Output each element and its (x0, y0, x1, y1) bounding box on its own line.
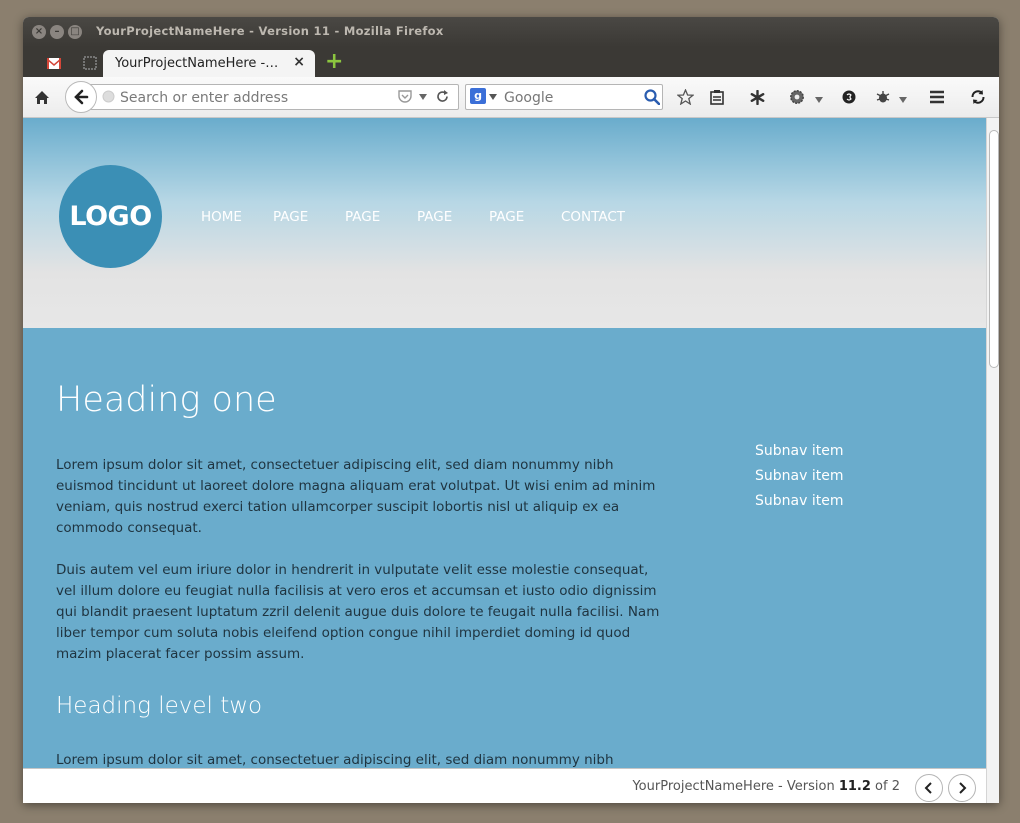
nav-home-link[interactable]: HOME (201, 209, 242, 225)
nav-page-link-2[interactable]: PAGE (345, 209, 380, 225)
pinned-tab-icon (83, 56, 97, 70)
google-icon[interactable]: g (470, 88, 486, 104)
tab-bar: YourProjectNameHere -… × + (23, 47, 999, 77)
chevron-down-icon-2[interactable] (899, 97, 907, 103)
reload-icon[interactable] (436, 90, 449, 103)
arrow-left-icon (74, 89, 89, 105)
extension-button-1[interactable] (747, 87, 767, 107)
gmail-icon (47, 57, 61, 69)
search-input[interactable] (502, 88, 642, 108)
pocket-icon[interactable] (398, 90, 412, 103)
chevron-right-icon (959, 782, 967, 794)
heading-level-two: Heading level two (56, 693, 263, 719)
browser-window: × – □ YourProjectNameHere - Version 11 -… (23, 17, 999, 803)
paragraph-3: Lorem ipsum dolor sit amet, consectetuer… (56, 752, 614, 768)
pager-separator: - (778, 779, 783, 794)
scrollbar-thumb[interactable] (989, 130, 999, 368)
tab-label: YourProjectNameHere -… (115, 56, 279, 71)
sync-button[interactable] (968, 87, 988, 107)
pager-total: 2 (891, 779, 900, 794)
bug-icon (876, 91, 890, 103)
extension-button-2[interactable] (787, 87, 807, 107)
back-button[interactable] (65, 81, 97, 113)
nav-contact-link[interactable]: CONTACT (561, 209, 625, 225)
gear-icon (790, 90, 804, 104)
subnav: Subnav item Subnav item Subnav item (755, 439, 843, 514)
paragraph-1: Lorem ipsum dolor sit amet, consectetuer… (56, 457, 656, 536)
pager-version-value: 11.2 (838, 779, 871, 794)
hamburger-menu-icon (930, 90, 944, 104)
subnav-item-1[interactable]: Subnav item (755, 439, 843, 464)
chevron-down-icon[interactable] (815, 97, 823, 103)
next-button[interactable] (948, 774, 976, 802)
tab-active[interactable]: YourProjectNameHere -… × (103, 50, 315, 77)
star-icon (676, 89, 694, 105)
close-window-button[interactable]: × (32, 25, 46, 39)
subnav-item-2[interactable]: Subnav item (755, 464, 843, 489)
nav-toolbar: g (23, 77, 999, 118)
site-logo[interactable]: LOGO (59, 165, 162, 268)
extension-button-4[interactable] (873, 87, 893, 107)
pinned-tab-2[interactable] (77, 51, 103, 75)
paragraph-2: Duis autem vel eum iriure dolor in hendr… (56, 562, 660, 662)
window-title: YourProjectNameHere - Version 11 - Mozil… (96, 24, 444, 38)
home-icon (35, 90, 49, 104)
subnav-item-3[interactable]: Subnav item (755, 489, 843, 514)
sync-icon (971, 90, 985, 104)
dropdown-arrow-icon[interactable] (419, 94, 427, 100)
pager-of-label: of (875, 779, 888, 794)
globe-icon (102, 90, 115, 103)
extension-button-3[interactable] (839, 87, 859, 107)
pager-version-label: Version (786, 779, 835, 794)
menu-button[interactable] (927, 87, 947, 107)
new-tab-button[interactable]: + (325, 51, 345, 73)
main-article: Heading one Lorem ipsum dolor sit amet, … (56, 380, 666, 768)
minimize-window-button[interactable]: – (50, 25, 64, 39)
previous-button[interactable] (915, 774, 943, 802)
page-content: LOGO HOME PAGE PAGE PAGE PAGE CONTACT He… (23, 118, 986, 768)
titlebar: × – □ YourProjectNameHere - Version 11 -… (23, 17, 999, 47)
heading-one: Heading one (56, 380, 277, 420)
vertical-scrollbar[interactable] (986, 118, 999, 803)
coin-icon (842, 90, 856, 104)
address-bar[interactable] (81, 84, 459, 110)
site-header: LOGO HOME PAGE PAGE PAGE PAGE CONTACT (23, 118, 986, 328)
nav-page-link-3[interactable]: PAGE (417, 209, 452, 225)
clipboard-icon (710, 89, 724, 105)
home-button[interactable] (32, 87, 52, 107)
search-engine-dropdown-icon[interactable] (489, 94, 497, 100)
bookmark-star-button[interactable] (675, 87, 695, 107)
tab-close-icon[interactable]: × (293, 54, 305, 70)
pager-bar: YourProjectNameHere - Version 11.2 of 2 (23, 768, 986, 803)
nav-page-link-1[interactable]: PAGE (273, 209, 308, 225)
magnifier-icon[interactable] (644, 89, 660, 105)
pinned-tab-gmail[interactable] (41, 51, 67, 75)
search-bar[interactable]: g (465, 84, 663, 110)
address-input[interactable] (118, 88, 392, 108)
bookmarks-menu-button[interactable] (707, 87, 727, 107)
pager-status: YourProjectNameHere - Version 11.2 of 2 (632, 779, 900, 794)
pager-project-name: YourProjectNameHere (632, 779, 774, 794)
maximize-window-button[interactable]: □ (68, 25, 82, 39)
nav-page-link-4[interactable]: PAGE (489, 209, 524, 225)
asterisk-icon (750, 89, 764, 105)
chevron-left-icon (924, 782, 932, 794)
